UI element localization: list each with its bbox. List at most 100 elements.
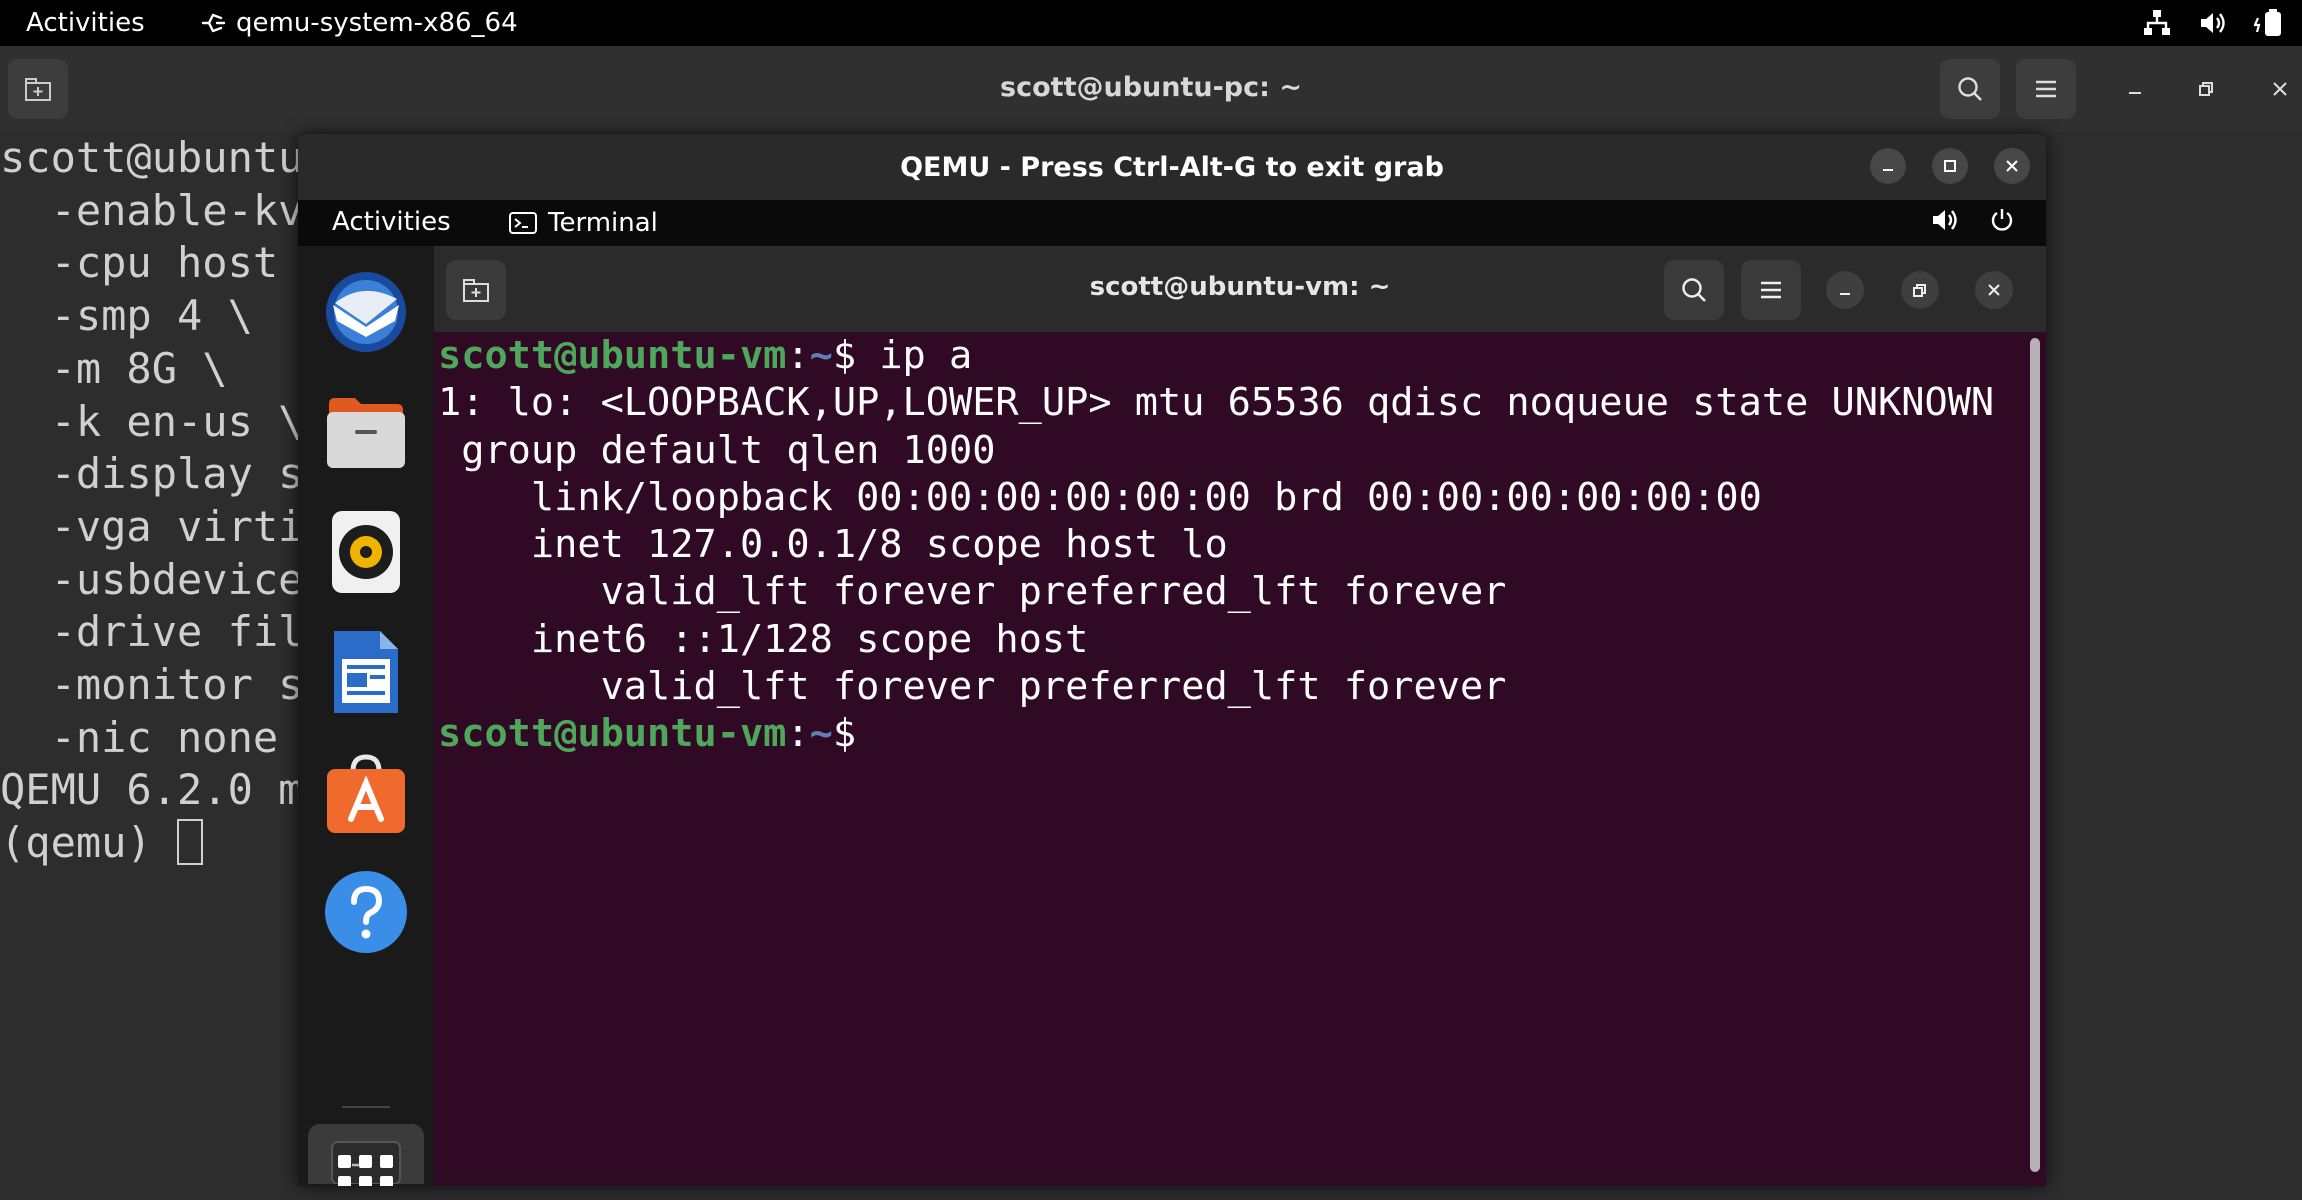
host-line: -k en-us \ [0, 396, 304, 446]
qemu-maximize-button[interactable] [1932, 148, 1968, 184]
volume-icon[interactable] [1930, 206, 1960, 234]
dock-separator [342, 1106, 390, 1108]
guest-scrollbar[interactable] [2030, 338, 2040, 1172]
dock-show-apps[interactable] [322, 1148, 410, 1186]
close-icon [2273, 82, 2287, 96]
network-icon[interactable] [2142, 9, 2172, 37]
guest-search-button[interactable] [1664, 260, 1724, 320]
guest-terminal-window[interactable]: scott@ubuntu-vm: ~ scott@ubuntu-vm:~$ ip… [434, 246, 2046, 1186]
restore-icon [1913, 284, 1926, 297]
show-apps-icon [338, 1155, 393, 1186]
guest-restore-button[interactable] [1901, 271, 1939, 309]
prompt-colon: : [786, 333, 810, 378]
guest-menu-button[interactable] [1741, 260, 1801, 320]
guest-app-menu[interactable]: Terminal [508, 206, 658, 240]
search-icon [1682, 278, 1706, 302]
shell-prompt: scott@ubuntu-vm:~$ [438, 711, 879, 756]
qemu-app-icon [201, 13, 226, 33]
prompt-dollar: $ [832, 333, 880, 378]
prompt-user: scott@ubuntu-vm [438, 333, 787, 378]
output-line: 1: lo: <LOOPBACK,UP,LOWER_UP> mtu 65536 … [438, 380, 1995, 426]
guest-app-name: Terminal [548, 208, 658, 238]
host-line: -nic none [0, 712, 279, 762]
search-icon [1958, 77, 1982, 101]
prompt-dollar: $ [832, 711, 880, 757]
software-icon [327, 754, 405, 833]
output-line: valid_lft forever preferred_lft forever [438, 664, 1507, 710]
host-close-button[interactable] [2262, 71, 2298, 107]
guest-terminal-body[interactable]: scott@ubuntu-vm:~$ ip a 1: lo: <LOOPBACK… [434, 332, 2046, 1186]
dock-files[interactable] [322, 388, 410, 476]
qemu-window[interactable]: QEMU - Press Ctrl-Alt-G to exit grab Act… [298, 134, 2046, 1186]
qemu-minimize-button[interactable] [1870, 148, 1906, 184]
guest-dock [298, 246, 434, 1186]
host-line: -smp 4 \ [0, 291, 253, 341]
command-text: ip a [879, 333, 973, 378]
dock-thunderbird[interactable] [322, 268, 410, 356]
host-system-tray[interactable] [2142, 8, 2284, 38]
host-restore-button[interactable] [2188, 71, 2224, 107]
host-app-name: qemu-system-x86_64 [236, 8, 518, 38]
host-line: -enable-kv [0, 185, 304, 235]
host-line: -drive fil [0, 607, 304, 657]
host-line: scott@ubuntu [0, 133, 304, 182]
shell-prompt: scott@ubuntu-vm:~$ [438, 333, 879, 378]
host-line: -monitor s [0, 660, 304, 710]
writer-icon [334, 631, 398, 713]
qemu-close-button[interactable] [1994, 148, 2030, 184]
prompt-colon: : [786, 711, 810, 757]
output-line: inet6 ::1/128 scope host [438, 616, 1089, 662]
prompt-user: scott@ubuntu-vm [438, 711, 787, 757]
qemu-titlebar[interactable]: QEMU - Press Ctrl-Alt-G to exit grab [298, 134, 2046, 200]
host-menu-button[interactable] [2016, 59, 2076, 119]
prompt-path: ~ [809, 711, 833, 757]
guest-minimize-button[interactable] [1826, 271, 1864, 309]
hamburger-menu-icon [1761, 281, 1781, 299]
host-line: -display s [0, 449, 304, 499]
thunderbird-icon [326, 272, 406, 352]
minimize-icon [1840, 293, 1850, 295]
files-icon [327, 398, 405, 468]
dock-help[interactable] [322, 868, 410, 956]
terminal-cursor [177, 819, 204, 866]
terminal-app-icon [509, 212, 537, 234]
host-line: -usbdevice [0, 554, 304, 604]
rhythmbox-icon [332, 511, 400, 593]
output-line: valid_lft forever preferred_lft forever [438, 569, 1507, 615]
host-search-button[interactable] [1940, 59, 2000, 119]
minimize-icon [2129, 92, 2141, 94]
output-line: link/loopback 00:00:00:00:00:00 brd 00:0… [438, 474, 1762, 520]
dock-software[interactable] [322, 748, 410, 836]
guest-terminal-header[interactable]: scott@ubuntu-vm: ~ [434, 246, 2046, 332]
volume-icon[interactable] [2198, 9, 2228, 37]
host-minimize-button[interactable] [2117, 71, 2153, 107]
guest-top-bar: Activities Terminal [298, 200, 2046, 246]
hamburger-menu-icon [2036, 80, 2056, 98]
restore-icon [2199, 82, 2213, 96]
host-top-bar: Activities qemu-system-x86_64 [0, 0, 2302, 46]
guest-activities-button[interactable]: Activities [332, 207, 451, 237]
guest-system-tray[interactable] [1930, 206, 2016, 234]
qemu-window-title: QEMU - Press Ctrl-Alt-G to exit grab [900, 152, 1444, 183]
help-icon [325, 871, 407, 953]
maximize-icon [1944, 160, 1956, 172]
dock-rhythmbox[interactable] [322, 508, 410, 596]
output-line: group default qlen 1000 [438, 427, 996, 473]
guest-window-title: scott@ubuntu-vm: ~ [1089, 272, 1391, 302]
host-terminal-output: scott@ubuntu -enable-kv -cpu host -smp 4… [0, 132, 303, 870]
host-activities-button[interactable]: Activities [26, 8, 145, 38]
close-icon [2006, 160, 2018, 172]
dock-writer[interactable] [322, 628, 410, 716]
minimize-icon [1883, 169, 1893, 171]
battery-icon[interactable] [2254, 8, 2284, 38]
qemu-monitor-prompt: (qemu) [0, 818, 178, 868]
power-icon[interactable] [1988, 206, 2016, 234]
host-line: -cpu host [0, 238, 279, 288]
guest-terminal-output: scott@ubuntu-vm:~$ ip a 1: lo: <LOOPBACK… [438, 332, 1994, 758]
host-terminal-header: scott@ubuntu-pc: ~ [0, 46, 2302, 133]
prompt-path: ~ [809, 333, 833, 378]
guest-close-button[interactable] [1975, 271, 2013, 309]
host-app-menu[interactable]: qemu-system-x86_64 [200, 6, 518, 40]
host-line: QEMU 6.2.0 m [0, 765, 304, 815]
host-line: -vga virti [0, 501, 304, 551]
